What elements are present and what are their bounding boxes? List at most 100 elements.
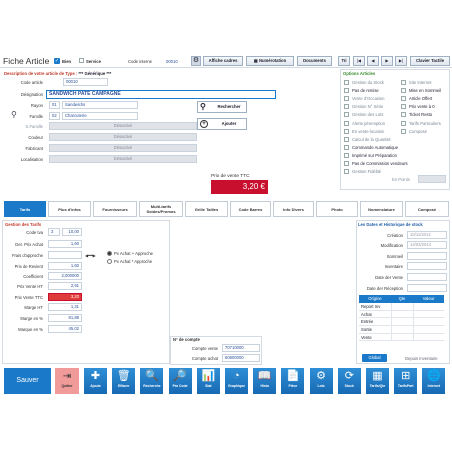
compte-achat-input[interactable]: 60600000 <box>222 354 260 362</box>
option-checkbox[interactable] <box>401 88 406 94</box>
settings-icon[interactable]: ⚙ <box>191 56 201 66</box>
row-valeur <box>413 326 444 333</box>
tab-item[interactable]: Tarifs <box>4 201 46 217</box>
nav-first-button[interactable]: |◀ <box>353 56 365 66</box>
rechercher-button[interactable]: ⚲ Rechercher <box>197 101 247 113</box>
option-checkbox[interactable] <box>344 128 349 134</box>
frais-input[interactable] <box>48 251 82 259</box>
rayon-code-input[interactable]: 01 <box>49 101 60 109</box>
famille-code-input[interactable]: 02 <box>49 112 60 120</box>
option-checkbox[interactable] <box>401 128 406 134</box>
option-checkbox[interactable] <box>401 104 406 110</box>
bien-checkbox[interactable]: ✓ <box>54 58 60 64</box>
option-checkbox[interactable] <box>344 161 349 166</box>
effacer-button[interactable]: 🗑 Effacer <box>112 368 136 394</box>
tab-item[interactable]: Code Barres <box>230 201 271 217</box>
option-checkbox[interactable] <box>401 120 406 126</box>
tab-item[interactable]: Plus d'infos <box>48 201 91 217</box>
row-valeur <box>413 310 444 318</box>
option-checkbox[interactable] <box>344 169 349 175</box>
tab-item[interactable]: Composé <box>405 201 449 217</box>
row-origine: Report Inv <box>361 304 381 309</box>
marge-ht-input: 1,31 <box>48 303 82 311</box>
option-checkbox[interactable] <box>344 104 349 110</box>
code-tva-code-input[interactable]: 3 <box>48 228 60 236</box>
code-tva-value-input[interactable]: 10,00 <box>62 228 82 236</box>
option-checkbox[interactable] <box>344 136 349 142</box>
clavier-tactile-button[interactable]: Clavier Tactile <box>410 56 450 66</box>
lots-button[interactable]: ⚙ Lots <box>309 368 333 394</box>
toolbar-label: Tarifs/Qte <box>369 384 386 388</box>
sommeil-input <box>407 252 447 260</box>
documents-button[interactable]: Documents <box>297 56 332 66</box>
radio-appro[interactable] <box>107 251 112 256</box>
toolbar-label: Stock <box>344 384 354 388</box>
nav-last-button[interactable]: ▶| <box>395 56 407 66</box>
tab-item[interactable]: Photo <box>316 201 358 217</box>
option-checkbox[interactable] <box>344 112 349 118</box>
option-checkbox[interactable] <box>401 96 406 102</box>
marge-pct-input: 81,88 <box>48 314 82 322</box>
option-label: Tarifs Particuliers <box>409 120 441 126</box>
tri-button[interactable]: Tri <box>338 56 350 66</box>
option-checkbox[interactable] <box>401 80 406 85</box>
prix-revient-input[interactable]: 1,60 <box>48 262 82 270</box>
affiche-cadres-button[interactable]: Affiche cadres <box>203 56 243 66</box>
designation-input[interactable]: SANDWICH PATE CAMPAGNE <box>46 90 276 99</box>
tab-item[interactable]: Grille Tailles <box>185 201 228 217</box>
tab-item[interactable]: Nomenclature <box>360 201 403 217</box>
rayon-value-input[interactable]: Sandwichs <box>62 101 138 109</box>
nav-next-button[interactable]: ▶ <box>381 56 393 66</box>
prix-vente-ttc-input[interactable]: 3,20 <box>48 293 82 301</box>
search-icon[interactable]: ⚲ <box>11 110 17 119</box>
stock-button[interactable]: ⟳ Stock <box>337 368 361 394</box>
internet-button[interactable]: 🌐 Internet <box>422 368 446 394</box>
prix-vente-ht-input[interactable]: 2,91 <box>48 282 82 290</box>
tarifs-part-button[interactable]: ⊞ TarifsPart <box>394 368 418 394</box>
row-origine: Vente <box>361 334 372 340</box>
compte-vente-input[interactable]: 70710000 <box>222 344 260 352</box>
creation-input: 10/11/2012 <box>407 231 447 239</box>
article-type: *** Générique *** <box>78 71 112 76</box>
piece-button[interactable]: 📄 Pièce <box>281 368 305 394</box>
option-checkbox[interactable] <box>344 144 349 150</box>
code-article-input[interactable]: 00010 <box>63 78 108 86</box>
sauver-button[interactable]: Sauver <box>4 368 51 394</box>
option-checkbox[interactable] <box>344 152 349 158</box>
der-prix-achat-input[interactable]: 1,60 <box>48 240 82 248</box>
compte-achat-label: Compte achat <box>191 356 218 361</box>
option-checkbox[interactable] <box>344 96 349 102</box>
radio-achat[interactable] <box>107 259 112 264</box>
histo-button[interactable]: 📖 Histo <box>253 368 277 394</box>
option-label: Gestion du Stock <box>352 80 384 85</box>
tab-item[interactable]: Multi-tarifs Soldes/Promos <box>139 201 183 217</box>
famille-value-input[interactable]: Charcuterie <box>62 112 138 120</box>
option-checkbox[interactable] <box>344 120 349 126</box>
tab-item[interactable]: Fournisseurs <box>93 201 137 217</box>
option-checkbox[interactable] <box>344 88 349 94</box>
stat-button[interactable]: 📊 Stat <box>196 368 220 394</box>
option-checkbox[interactable] <box>344 80 349 85</box>
coefficient-input[interactable]: 2,000000 <box>48 272 82 280</box>
global-button[interactable]: Global <box>362 354 387 362</box>
marque-pct-label: Marque en % <box>18 327 43 332</box>
code-article-label: Code article <box>20 80 43 85</box>
ajouter-button[interactable]: + Ajouter <box>197 118 247 130</box>
option-label: Gestion des Lots <box>352 112 384 118</box>
col-qte: Qte <box>398 296 406 301</box>
service-checkbox[interactable] <box>79 58 84 63</box>
tab-item[interactable]: Info Divers <box>273 201 314 217</box>
quitter-button[interactable]: ⇥ Quitter <box>55 368 79 394</box>
col-valeur: Valeur <box>422 296 435 301</box>
tarifs-qte-button[interactable]: ▦ Tarifs/Qte <box>366 368 389 394</box>
graphique-button[interactable]: ◔ Graphique <box>225 368 248 394</box>
ajoute-button[interactable]: ✚ Ajoute <box>84 368 107 394</box>
nav-prev-button[interactable]: ◀ <box>367 56 379 66</box>
ajouter-label: Ajouter <box>221 121 237 126</box>
document-icon: 📄 <box>286 370 300 382</box>
par-code-button[interactable]: 🔎 Par Code <box>168 368 192 394</box>
recherche-button[interactable]: 🔍 Recherche <box>140 368 164 394</box>
option-checkbox[interactable] <box>401 112 406 118</box>
row-valeur <box>413 318 444 326</box>
numerotation-button[interactable]: ▦ Numérotation <box>246 56 294 66</box>
